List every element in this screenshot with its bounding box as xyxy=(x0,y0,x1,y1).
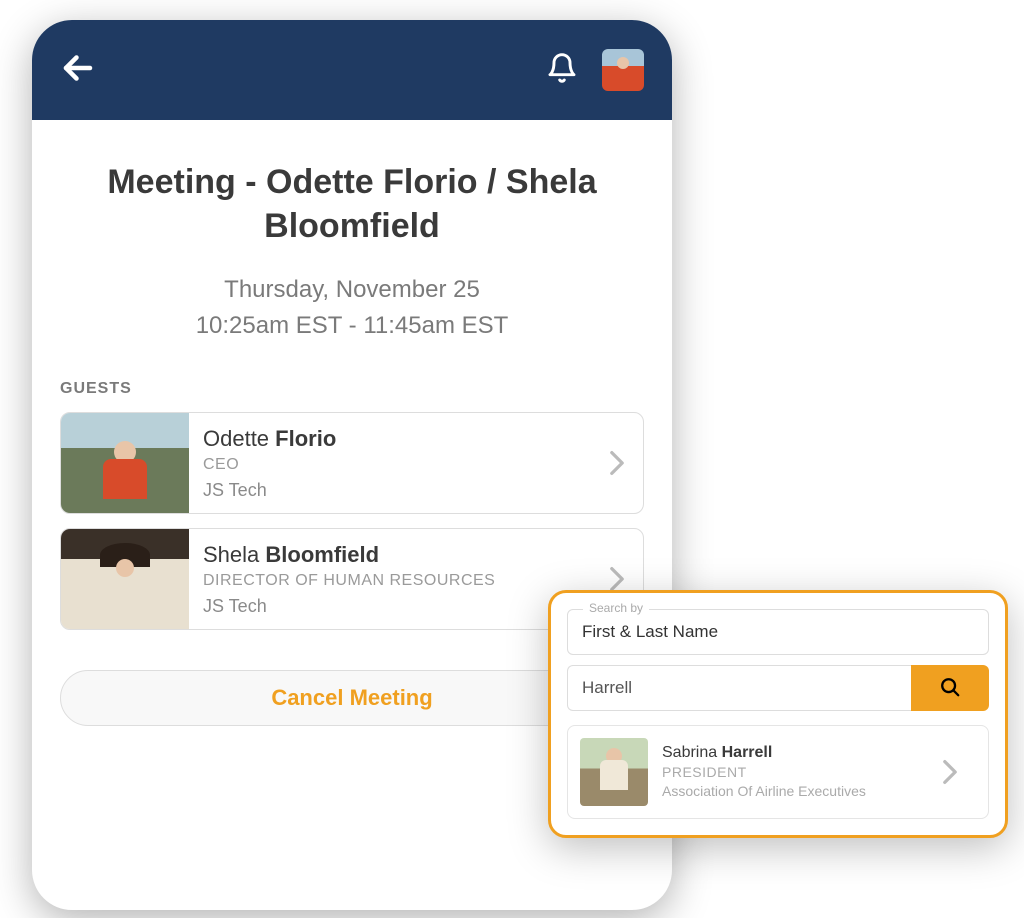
back-button[interactable] xyxy=(60,50,96,91)
result-title: PRESIDENT xyxy=(662,764,924,780)
guest-photo xyxy=(61,413,189,513)
guest-name: Shela Bloomfield xyxy=(203,542,577,568)
search-popup: Search by First & Last Name Sabrina Harr… xyxy=(548,590,1008,838)
bell-icon xyxy=(546,52,578,89)
guest-photo xyxy=(61,529,189,629)
notifications-button[interactable] xyxy=(546,52,578,89)
result-org: Association Of Airline Executives xyxy=(662,782,924,800)
search-result-card[interactable]: Sabrina Harrell PRESIDENT Association Of… xyxy=(567,725,989,819)
guest-company: JS Tech xyxy=(203,480,577,501)
chevron-right-icon xyxy=(591,566,643,592)
guest-info: Shela Bloomfield DIRECTOR OF HUMAN RESOU… xyxy=(189,532,591,627)
guest-name: Odette Florio xyxy=(203,426,577,452)
guests-label: GUESTS xyxy=(60,380,644,398)
guest-title: CEO xyxy=(203,456,577,474)
search-mode-select[interactable]: First & Last Name xyxy=(567,609,989,655)
result-name: Sabrina Harrell xyxy=(662,744,924,762)
guest-company: JS Tech xyxy=(203,596,577,617)
meeting-datetime: Thursday, November 25 10:25am EST - 11:4… xyxy=(60,272,644,344)
meeting-title: Meeting - Odette Florio / Shela Bloomfie… xyxy=(60,160,644,248)
profile-avatar[interactable] xyxy=(602,49,644,91)
chevron-right-icon xyxy=(591,450,643,476)
guest-title: DIRECTOR OF HUMAN RESOURCES xyxy=(203,572,577,590)
guest-info: Odette Florio CEO JS Tech xyxy=(189,416,591,511)
meeting-time: 10:25am EST - 11:45am EST xyxy=(60,308,644,344)
meeting-date: Thursday, November 25 xyxy=(60,272,644,308)
result-info: Sabrina Harrell PRESIDENT Association Of… xyxy=(648,744,924,800)
result-photo xyxy=(580,738,648,806)
search-input[interactable] xyxy=(567,665,911,711)
app-header xyxy=(32,20,672,120)
arrow-left-icon xyxy=(60,50,96,91)
search-button[interactable] xyxy=(911,665,989,711)
search-icon xyxy=(939,676,961,701)
guest-card[interactable]: Odette Florio CEO JS Tech xyxy=(60,412,644,514)
chevron-right-icon xyxy=(924,759,976,785)
search-by-label: Search by xyxy=(583,601,649,615)
